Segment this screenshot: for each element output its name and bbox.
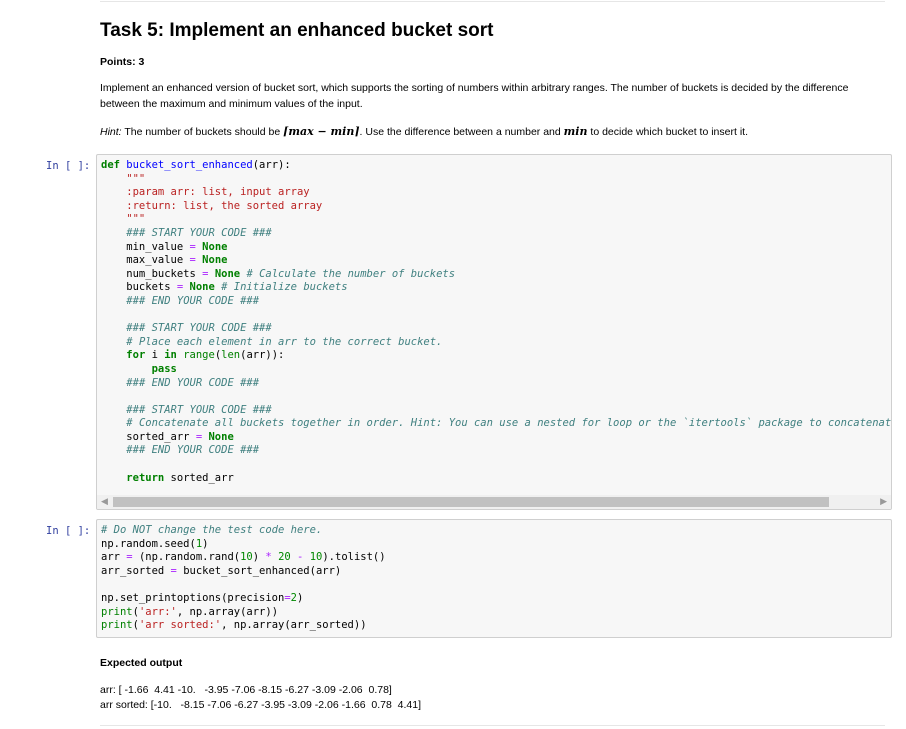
task-hint: Hint: The number of buckets should be ⌈m…	[100, 124, 890, 140]
horizontal-scrollbar[interactable]: ◀ ▶	[97, 495, 891, 509]
hint-formula: ⌈max − min⌉	[283, 125, 360, 138]
cell2-prompt: In [ ]:	[46, 525, 91, 537]
hint-min: min	[563, 125, 588, 138]
task-points: Points: 3	[100, 56, 145, 68]
expected-output-heading: Expected output	[100, 657, 183, 669]
expected-line-arr: arr: [ -1.66 4.41 -10. -3.95 -7.06 -8.15…	[100, 684, 392, 696]
bottom-divider	[100, 725, 885, 726]
task-title: Task 5: Implement an enhanced bucket sor…	[100, 20, 494, 41]
cell1-prompt: In [ ]:	[46, 160, 91, 172]
code-cell-1-source[interactable]: def bucket_sort_enhanced(arr): """ :para…	[97, 155, 891, 489]
hint-text-2: . Use the difference between a number an…	[359, 126, 561, 138]
task-header: Task 5: Implement an enhanced bucket sor…	[100, 20, 890, 42]
task-description: Implement an enhanced version of bucket …	[100, 82, 849, 110]
hint-text-3: to decide which bucket to insert it.	[590, 126, 748, 138]
scroll-left-icon[interactable]: ◀	[101, 496, 108, 507]
expected-output: arr: [ -1.66 4.41 -10. -3.95 -7.06 -8.15…	[100, 683, 890, 713]
scrollbar-thumb[interactable]	[113, 497, 829, 507]
hint-text-1: The number of buckets should be	[124, 126, 281, 138]
code-cell-1[interactable]: def bucket_sort_enhanced(arr): """ :para…	[96, 154, 892, 510]
code-cell-2-source[interactable]: # Do NOT change the test code here. np.r…	[97, 520, 891, 637]
code-cell-2[interactable]: # Do NOT change the test code here. np.r…	[96, 519, 892, 638]
top-divider	[100, 1, 885, 2]
hint-label: Hint:	[100, 126, 122, 138]
expected-line-sorted: arr sorted: [-10. -8.15 -7.06 -6.27 -3.9…	[100, 699, 422, 711]
scroll-right-icon[interactable]: ▶	[880, 496, 887, 507]
